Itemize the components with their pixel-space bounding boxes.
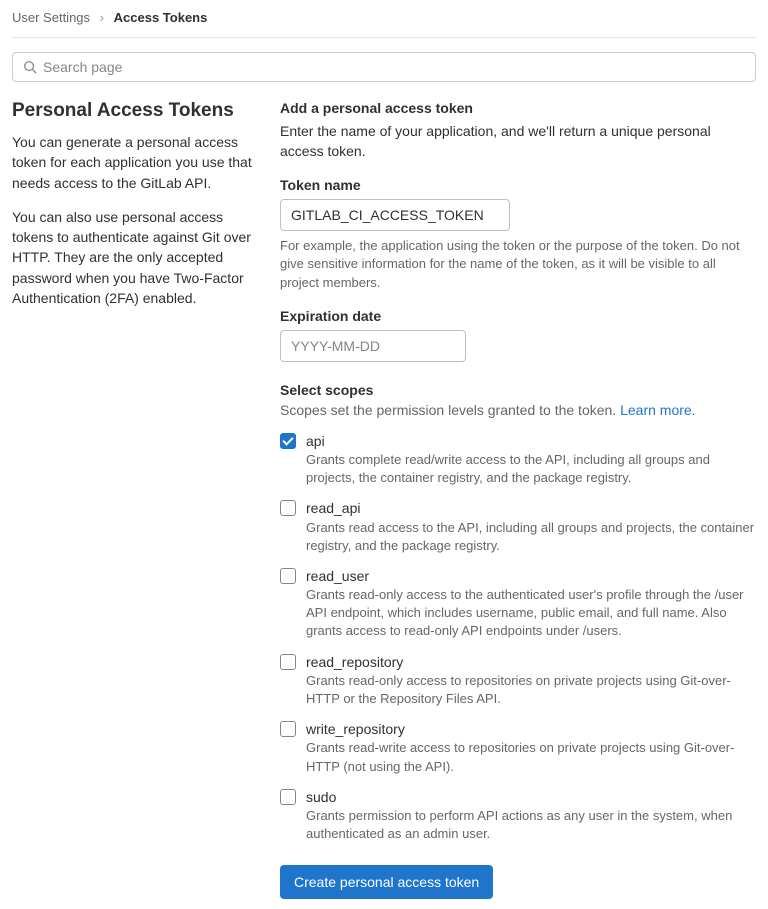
- token-name-label: Token name: [280, 177, 756, 193]
- scopes-list: apiGrants complete read/write access to …: [280, 432, 756, 844]
- divider: [12, 37, 756, 38]
- scope-body: read_repositoryGrants read-only access t…: [306, 653, 756, 709]
- breadcrumb-current: Access Tokens: [114, 10, 208, 25]
- scopes-heading: Select scopes: [280, 382, 756, 398]
- scope-name: api: [306, 432, 756, 450]
- scope-item-read_repository: read_repositoryGrants read-only access t…: [280, 653, 756, 709]
- scope-desc: Grants read-write access to repositories…: [306, 739, 756, 775]
- search-input[interactable]: [43, 59, 745, 75]
- sidebar-info: Personal Access Tokens You can generate …: [12, 100, 256, 899]
- scope-name: read_repository: [306, 653, 756, 671]
- scope-name: sudo: [306, 788, 756, 806]
- scope-item-write_repository: write_repositoryGrants read-write access…: [280, 720, 756, 776]
- chevron-right-icon: ›: [100, 10, 104, 25]
- scope-checkbox-sudo[interactable]: [280, 789, 296, 805]
- breadcrumb-parent[interactable]: User Settings: [12, 10, 90, 25]
- scope-desc: Grants permission to perform API actions…: [306, 807, 756, 843]
- scope-checkbox-read_repository[interactable]: [280, 654, 296, 670]
- expiration-label: Expiration date: [280, 308, 756, 324]
- scopes-intro: Scopes set the permission levels granted…: [280, 402, 756, 418]
- search-icon: [23, 60, 37, 74]
- scope-checkbox-read_api[interactable]: [280, 500, 296, 516]
- token-form: Add a personal access token Enter the na…: [280, 100, 756, 899]
- search-input-wrapper[interactable]: [12, 52, 756, 82]
- info-para-2: You can also use personal access tokens …: [12, 207, 256, 308]
- learn-more-link[interactable]: Learn more.: [620, 402, 695, 418]
- scope-desc: Grants read-only access to repositories …: [306, 672, 756, 708]
- scope-name: read_user: [306, 567, 756, 585]
- page-title: Personal Access Tokens: [12, 100, 256, 122]
- scope-desc: Grants read access to the API, including…: [306, 519, 756, 555]
- scope-item-api: apiGrants complete read/write access to …: [280, 432, 756, 488]
- scope-body: sudoGrants permission to perform API act…: [306, 788, 756, 844]
- scope-body: read_userGrants read-only access to the …: [306, 567, 756, 641]
- scope-body: write_repositoryGrants read-write access…: [306, 720, 756, 776]
- token-name-help: For example, the application using the t…: [280, 237, 756, 292]
- scope-name: read_api: [306, 499, 756, 517]
- scope-desc: Grants complete read/write access to the…: [306, 451, 756, 487]
- breadcrumb: User Settings › Access Tokens: [12, 10, 756, 25]
- scope-item-read_api: read_api Grants read access to the API, i…: [280, 499, 756, 555]
- scope-body: apiGrants complete read/write access to …: [306, 432, 756, 488]
- scope-body: read_api Grants read access to the API, i…: [306, 499, 756, 555]
- form-heading: Add a personal access token: [280, 100, 756, 116]
- expiration-input[interactable]: [291, 331, 472, 361]
- scope-item-read_user: read_userGrants read-only access to the …: [280, 567, 756, 641]
- scope-checkbox-read_user[interactable]: [280, 568, 296, 584]
- expiration-input-wrapper[interactable]: [280, 330, 466, 362]
- token-name-input[interactable]: [280, 199, 510, 231]
- scope-checkbox-write_repository[interactable]: [280, 721, 296, 737]
- info-para-1: You can generate a personal access token…: [12, 132, 256, 193]
- create-token-button[interactable]: Create personal access token: [280, 865, 493, 899]
- scope-item-sudo: sudoGrants permission to perform API act…: [280, 788, 756, 844]
- scope-desc: Grants read-only access to the authentic…: [306, 586, 756, 641]
- scope-checkbox-api[interactable]: [280, 433, 296, 449]
- scopes-intro-text: Scopes set the permission levels granted…: [280, 402, 620, 418]
- form-intro: Enter the name of your application, and …: [280, 122, 756, 161]
- scope-name: write_repository: [306, 720, 756, 738]
